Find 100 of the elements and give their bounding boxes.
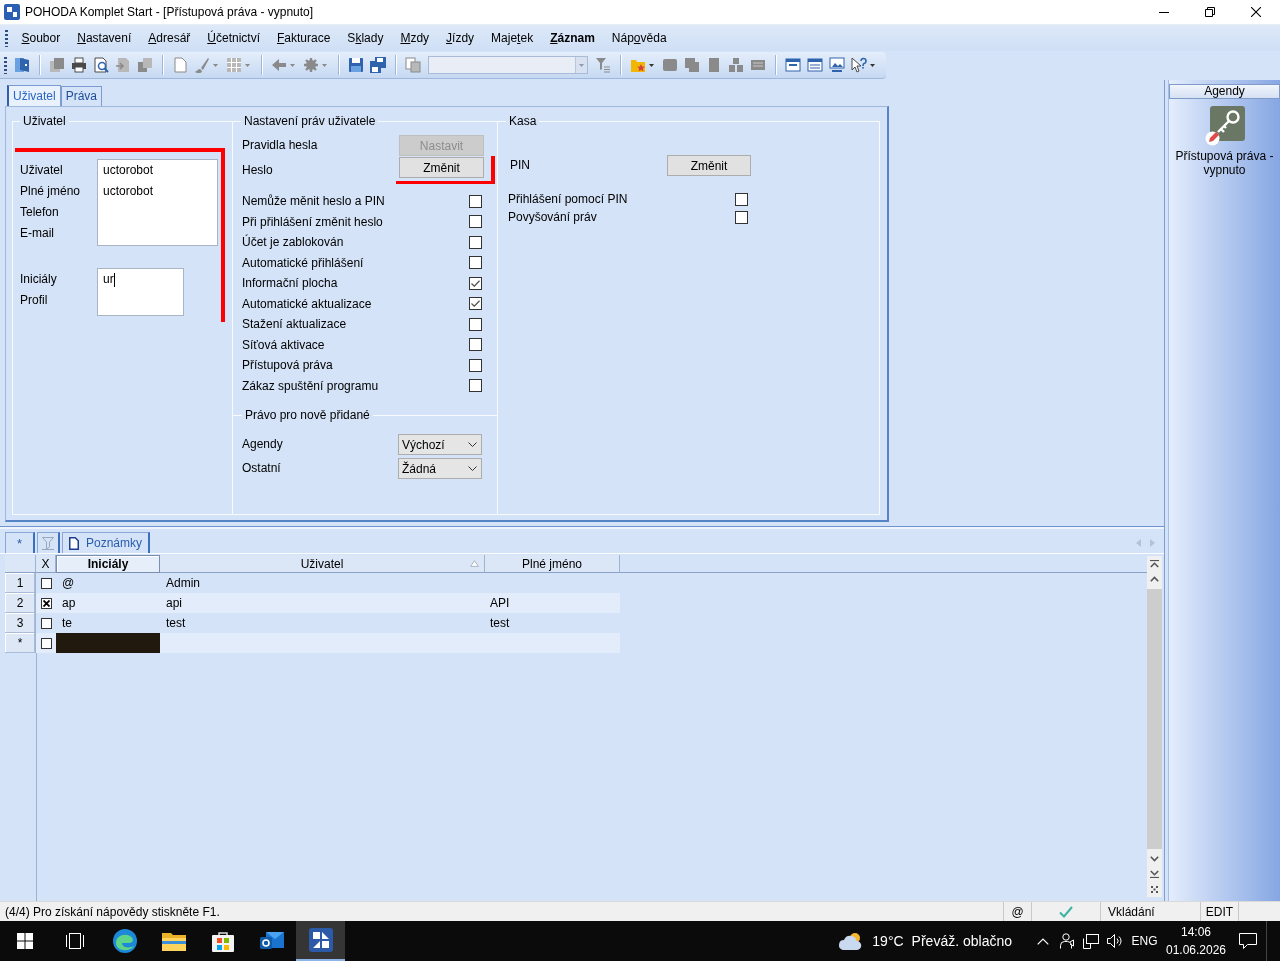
scrollbar-thumb[interactable]: [1147, 589, 1162, 849]
field-label: Pravidla hesla: [242, 137, 319, 154]
clock-date[interactable]: 01.06.2026: [1165, 941, 1227, 959]
window-icon[interactable]: [785, 57, 801, 73]
grip-icon: [4, 56, 7, 74]
menu-item[interactable]: Soubor: [13, 28, 69, 48]
door-icon[interactable]: [14, 57, 30, 73]
table-cell: ap: [56, 593, 160, 613]
printer-icon[interactable]: [71, 57, 87, 73]
chevron-up-line-icon[interactable]: [1150, 560, 1159, 568]
close-icon: [1251, 7, 1261, 17]
caret-icon[interactable]: [649, 63, 654, 67]
column-header[interactable]: X: [36, 555, 56, 573]
checkbox[interactable]: [40, 617, 52, 629]
panel-title: Agendy: [1169, 84, 1280, 99]
menu-item[interactable]: Majetek: [482, 28, 542, 48]
checkbox[interactable]: [469, 235, 482, 249]
shopping-bag-icon: [211, 930, 234, 952]
screen-icon[interactable]: [829, 57, 845, 73]
weather-summary[interactable]: Převáž. oblačno: [911, 933, 1012, 949]
checkbox[interactable]: [469, 358, 482, 372]
column-header[interactable]: Uživatel: [160, 555, 485, 573]
checkbox[interactable]: [40, 577, 52, 589]
grip-icon: [5, 29, 8, 47]
input-field[interactable]: uctorobot: [98, 160, 217, 181]
caret-icon: [579, 63, 584, 67]
menu-item[interactable]: Záznam: [541, 28, 604, 48]
logo-icon: [4, 4, 20, 20]
chevron-down-line-icon[interactable]: [1150, 870, 1159, 878]
column-header[interactable]: Iniciály: [56, 555, 160, 573]
folder-icon: [161, 931, 186, 951]
tab[interactable]: Práva: [60, 86, 103, 106]
dots-icon[interactable]: [1151, 886, 1158, 893]
checkbox[interactable]: [469, 317, 482, 331]
key-pencil-icon: [1204, 106, 1245, 146]
table-cell: api: [160, 593, 485, 613]
menu-item[interactable]: Mzdy: [391, 28, 438, 48]
checkbox[interactable]: [469, 215, 482, 229]
save-icon[interactable]: [348, 57, 364, 73]
input-field[interactable]: [98, 290, 183, 315]
chevron-down-icon[interactable]: [1150, 856, 1159, 862]
tab[interactable]: *: [5, 532, 35, 553]
checkbox[interactable]: [469, 194, 482, 208]
menu-item[interactable]: Nápověda: [603, 28, 676, 48]
scrollbar[interactable]: [1147, 556, 1162, 897]
menu-item[interactable]: Sklady: [338, 28, 392, 48]
checkbox[interactable]: [40, 637, 52, 649]
column-header[interactable]: Plné jméno: [485, 555, 620, 573]
clock-time[interactable]: 14:06: [1181, 923, 1211, 941]
menu-item[interactable]: Adresář: [139, 28, 199, 48]
envelope-icon: [259, 930, 284, 952]
option-label: Zákaz spuštění programu: [242, 378, 379, 393]
action-button[interactable]: Změnit: [667, 155, 751, 176]
option-label: Přístupová práva: [242, 358, 333, 373]
task-view-icon: [66, 933, 84, 949]
camera-person-icon[interactable]: [1060, 933, 1074, 949]
menu-item[interactable]: Účetnictví: [198, 28, 269, 48]
folder-star-icon[interactable]: [630, 57, 646, 73]
chevron-up-icon[interactable]: [1150, 576, 1159, 582]
checkbox[interactable]: [469, 379, 482, 393]
floppies-icon[interactable]: [370, 57, 386, 73]
page-magnifier-icon[interactable]: [93, 57, 109, 73]
checkbox[interactable]: [469, 338, 482, 352]
dropdown[interactable]: Žádná: [398, 458, 482, 479]
network-icon[interactable]: [1083, 933, 1099, 949]
taskbar-button[interactable]: [296, 921, 345, 961]
menu-item[interactable]: Nastavení: [68, 28, 140, 48]
tab[interactable]: Poznámky: [62, 532, 150, 553]
status-message: (4/4) Pro získání nápovědy stiskněte F1.: [4, 904, 221, 919]
speech-bubble-icon[interactable]: [1239, 933, 1257, 949]
group-title: Kasa: [508, 114, 538, 128]
checkbox[interactable]: [735, 210, 748, 224]
menu-item[interactable]: Fakturace: [268, 28, 339, 48]
page-icon: [69, 536, 79, 550]
window-icon[interactable]: [807, 57, 823, 73]
temperature-label[interactable]: 19°C: [872, 933, 904, 949]
checkbox[interactable]: [469, 256, 482, 270]
speaker-icon[interactable]: [1107, 934, 1123, 948]
action-button[interactable]: Změnit: [399, 157, 484, 178]
window-title: POHODA Komplet Start - [Přístupová práva - vypnuto]: [25, 5, 314, 19]
option-label: Nemůže měnit heslo a PIN: [242, 194, 385, 209]
option-label: Informační plocha: [242, 276, 338, 291]
field-label: Plné jméno: [20, 183, 81, 200]
checkbox[interactable]: [735, 192, 748, 206]
caret-icon[interactable]: [870, 63, 875, 67]
input-field[interactable]: uctorobot: [98, 181, 217, 202]
input-field[interactable]: ur: [98, 269, 183, 290]
help-cursor-icon[interactable]: [851, 57, 867, 73]
dropdown[interactable]: Výchozí: [398, 434, 482, 455]
checkmark-icon: [471, 279, 480, 287]
language-indicator[interactable]: ENG: [1127, 934, 1162, 948]
option-label: Při přihlášení změnit heslo: [242, 214, 383, 229]
checkbox[interactable]: [469, 276, 482, 290]
tab[interactable]: Uživatel: [7, 85, 61, 106]
input-field[interactable]: [98, 223, 217, 245]
checkbox[interactable]: [469, 297, 482, 311]
checkbox[interactable]: [40, 597, 52, 609]
cross-icon: [42, 599, 50, 607]
agenda-item[interactable]: Přístupová práva - vypnuto: [1171, 106, 1278, 177]
menu-item[interactable]: Jízdy: [437, 28, 483, 48]
